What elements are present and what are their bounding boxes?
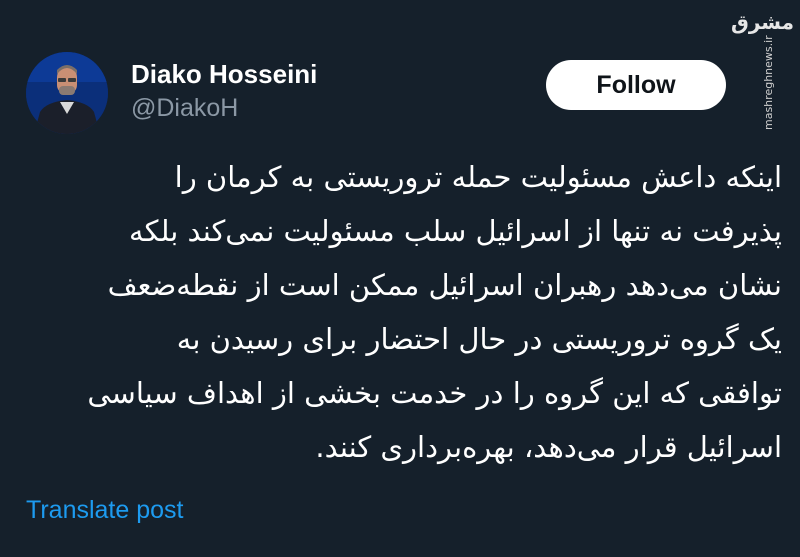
tweet-text: اینکه داعش مسئولیت حمله تروریستی به کرما… xyxy=(26,150,782,474)
display-name[interactable]: Diako Hosseini xyxy=(131,58,317,90)
watermark-url: mashreghnews.ir xyxy=(762,35,775,130)
follow-button[interactable]: Follow xyxy=(546,60,726,110)
tweet-text-line: یک گروه تروریستی در حال احتضار برای رسید… xyxy=(176,322,782,356)
avatar[interactable] xyxy=(26,52,108,134)
tweet-text-line: نشان می‌دهد رهبران اسرائیل ممکن است از ن… xyxy=(107,268,782,302)
watermark-logo: مشرق xyxy=(730,10,794,34)
avatar-photo xyxy=(26,52,108,134)
tweet-text-line: اسرائیل قرار می‌دهد، بهره‌برداری کنند. xyxy=(315,430,782,464)
user-handle[interactable]: @DiakoH xyxy=(131,92,238,124)
tweet-card: مشرق mashreghnews.ir Diako Hosseini @Dia… xyxy=(0,0,800,557)
translate-post-link[interactable]: Translate post xyxy=(26,494,183,526)
tweet-text-line: اینکه داعش مسئولیت حمله تروریستی به کرما… xyxy=(174,160,782,194)
watermark: مشرق mashreghnews.ir xyxy=(730,10,794,130)
tweet-text-line: پذیرفت نه تنها از اسرائیل سلب مسئولیت نم… xyxy=(129,214,782,248)
tweet-text-line: توافقی که این گروه را در خدمت بخشی از اه… xyxy=(87,376,782,410)
